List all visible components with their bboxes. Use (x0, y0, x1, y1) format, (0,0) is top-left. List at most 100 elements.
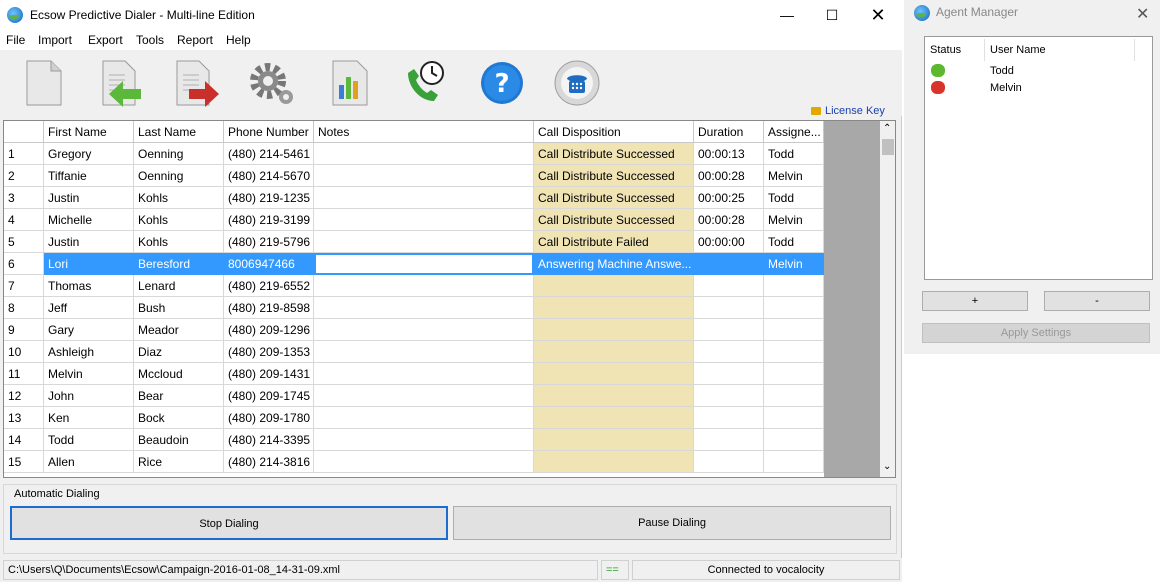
contacts-grid[interactable]: ⌃ ⌄ First Name Last Name Phone Number Notes… (3, 120, 896, 478)
agent-username-header[interactable]: User Name (985, 39, 1135, 61)
cell-row-number[interactable]: 9 (4, 319, 44, 341)
cell-row-number[interactable]: 1 (4, 143, 44, 165)
cell-assigned-agent[interactable] (764, 297, 824, 319)
column-header-duration[interactable]: Duration (694, 121, 764, 143)
cell-row-number[interactable]: 3 (4, 187, 44, 209)
cell-phone-number[interactable]: (480) 214-3816 (224, 451, 314, 473)
stop-dialing-button[interactable]: Stop Dialing (10, 506, 448, 540)
agent-row[interactable]: Melvin (925, 80, 1152, 96)
cell-first-name[interactable]: Justin (44, 187, 134, 209)
cell-notes[interactable] (314, 297, 534, 319)
scroll-down-icon[interactable]: ⌄ (883, 461, 891, 472)
cell-row-number[interactable]: 11 (4, 363, 44, 385)
cell-notes[interactable] (314, 319, 534, 341)
cell-notes[interactable] (314, 407, 534, 429)
cell-assigned-agent[interactable]: Melvin (764, 209, 824, 231)
cell-duration[interactable] (694, 253, 764, 275)
cell-assigned-agent[interactable] (764, 341, 824, 363)
cell-first-name[interactable]: John (44, 385, 134, 407)
minimize-icon[interactable]: — (764, 0, 810, 30)
cell-phone-number[interactable]: (480) 209-1780 (224, 407, 314, 429)
cell-last-name[interactable]: Oenning (134, 143, 224, 165)
cell-assigned-agent[interactable]: Todd (764, 143, 824, 165)
cell-call-disposition[interactable] (534, 341, 694, 363)
cell-notes[interactable] (314, 253, 534, 275)
column-header-notes[interactable]: Notes (314, 121, 534, 143)
cell-duration[interactable] (694, 319, 764, 341)
cell-assigned-agent[interactable] (764, 275, 824, 297)
cell-assigned-agent[interactable] (764, 407, 824, 429)
scroll-up-icon[interactable]: ⌃ (883, 123, 891, 134)
cell-row-number[interactable]: 4 (4, 209, 44, 231)
cell-call-disposition[interactable]: Call Distribute Failed (534, 231, 694, 253)
cell-phone-number[interactable]: 8006947466 (224, 253, 314, 275)
cell-call-disposition[interactable] (534, 385, 694, 407)
remove-agent-button[interactable]: - (1044, 291, 1150, 311)
cell-last-name[interactable]: Bear (134, 385, 224, 407)
cell-call-disposition[interactable]: Call Distribute Successed (534, 187, 694, 209)
cell-duration[interactable]: 00:00:00 (694, 231, 764, 253)
cell-duration[interactable] (694, 341, 764, 363)
cell-call-disposition[interactable] (534, 297, 694, 319)
cell-first-name[interactable]: Allen (44, 451, 134, 473)
cell-last-name[interactable]: Diaz (134, 341, 224, 363)
cell-assigned-agent[interactable]: Todd (764, 187, 824, 209)
cell-first-name[interactable]: Ken (44, 407, 134, 429)
cell-assigned-agent[interactable]: Melvin (764, 253, 824, 275)
cell-call-disposition[interactable]: Answering Machine Answe... (534, 253, 694, 275)
phone-schedule-icon[interactable] (398, 56, 452, 110)
settings-icon[interactable] (244, 56, 298, 110)
column-header-assigned-agent[interactable]: Assigne... (764, 121, 824, 143)
menu-help[interactable]: Help (226, 33, 251, 47)
cell-row-number[interactable]: 5 (4, 231, 44, 253)
close-icon[interactable]: ✕ (855, 0, 901, 30)
cell-last-name[interactable]: Meador (134, 319, 224, 341)
cell-row-number[interactable]: 7 (4, 275, 44, 297)
add-agent-button[interactable]: + (922, 291, 1028, 311)
cell-first-name[interactable]: Melvin (44, 363, 134, 385)
cell-phone-number[interactable]: (480) 209-1296 (224, 319, 314, 341)
cell-call-disposition[interactable] (534, 451, 694, 473)
cell-duration[interactable] (694, 363, 764, 385)
menu-export[interactable]: Export (88, 33, 123, 47)
cell-phone-number[interactable]: (480) 219-5796 (224, 231, 314, 253)
cell-call-disposition[interactable]: Call Distribute Successed (534, 143, 694, 165)
cell-row-number[interactable]: 13 (4, 407, 44, 429)
cell-first-name[interactable]: Thomas (44, 275, 134, 297)
column-header-phone-number[interactable]: Phone Number (224, 121, 314, 143)
cell-assigned-agent[interactable] (764, 385, 824, 407)
cell-row-number[interactable]: 6 (4, 253, 44, 275)
export-icon[interactable] (168, 56, 222, 110)
menu-report[interactable]: Report (177, 33, 213, 47)
grid-vertical-scrollbar[interactable]: ⌃ ⌄ (880, 121, 895, 477)
cell-phone-number[interactable]: (480) 219-8598 (224, 297, 314, 319)
cell-first-name[interactable]: Lori (44, 253, 134, 275)
cell-duration[interactable] (694, 297, 764, 319)
cell-last-name[interactable]: Oenning (134, 165, 224, 187)
cell-last-name[interactable]: Bush (134, 297, 224, 319)
cell-first-name[interactable]: Todd (44, 429, 134, 451)
cell-assigned-agent[interactable] (764, 319, 824, 341)
cell-first-name[interactable]: Ashleigh (44, 341, 134, 363)
cell-row-number[interactable]: 2 (4, 165, 44, 187)
cell-notes[interactable] (314, 385, 534, 407)
cell-notes[interactable] (314, 209, 534, 231)
cell-phone-number[interactable]: (480) 209-1353 (224, 341, 314, 363)
agent-close-icon[interactable]: ✕ (1136, 4, 1149, 24)
cell-assigned-agent[interactable] (764, 363, 824, 385)
cell-row-number[interactable]: 8 (4, 297, 44, 319)
cell-first-name[interactable]: Jeff (44, 297, 134, 319)
cell-phone-number[interactable]: (480) 209-1745 (224, 385, 314, 407)
cell-call-disposition[interactable] (534, 363, 694, 385)
cell-phone-number[interactable]: (480) 219-6552 (224, 275, 314, 297)
cell-last-name[interactable]: Beresford (134, 253, 224, 275)
cell-notes[interactable] (314, 231, 534, 253)
cell-last-name[interactable]: Bock (134, 407, 224, 429)
agent-status-header[interactable]: Status (925, 39, 985, 61)
cell-notes[interactable] (314, 187, 534, 209)
cell-assigned-agent[interactable] (764, 451, 824, 473)
cell-assigned-agent[interactable] (764, 429, 824, 451)
agent-row[interactable]: Todd (925, 63, 1152, 79)
cell-duration[interactable] (694, 385, 764, 407)
import-icon[interactable] (92, 56, 146, 110)
